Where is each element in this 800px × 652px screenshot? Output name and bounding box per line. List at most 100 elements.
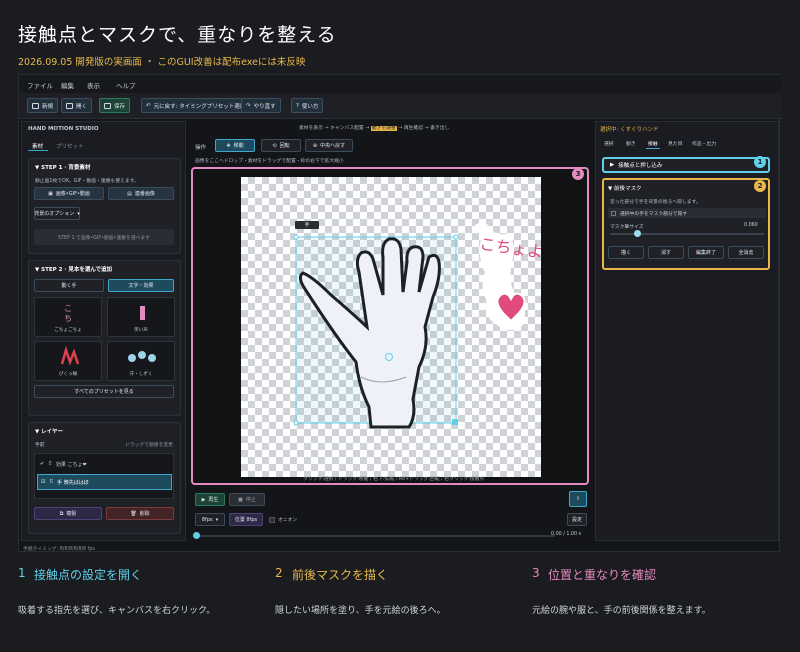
callout-badge-mask: 2: [754, 180, 766, 192]
copy-icon: ⧉: [59, 510, 64, 517]
redo-button[interactable]: ↷ やり直す: [241, 98, 281, 113]
tab-text-effect[interactable]: 文字・効果: [108, 279, 174, 292]
step2-title: ▼ STEP 2 · 見本を選んで追加: [35, 267, 113, 273]
play-label: 再生: [208, 497, 219, 503]
checkbox-icon: ☑: [41, 479, 46, 485]
tab-indicator: [28, 150, 48, 151]
move-tool-button[interactable]: ✥ 移動: [215, 139, 255, 152]
play-button[interactable]: ▶ 再生: [195, 493, 225, 506]
preset-card-laugh[interactable]: 笑い声: [107, 297, 175, 337]
tab-output[interactable]: 作品・出力: [692, 140, 716, 147]
workflow-step: 書き出し: [430, 126, 450, 131]
tab-indicator: [646, 148, 660, 149]
app-name: HAND MOTION STUDIO: [28, 126, 99, 132]
tab-material[interactable]: 素材: [32, 142, 43, 150]
layers-title: ▼ レイヤー: [35, 429, 63, 435]
contact-point-section[interactable]: ▶ 接触点と押し込み: [602, 157, 770, 173]
background-options-dropdown[interactable]: 背景のオプション ▾: [34, 207, 80, 220]
layers-title-text: レイヤー: [41, 429, 63, 435]
hand-tag: 手: [295, 221, 319, 229]
stop-button[interactable]: ■ 停止: [229, 493, 265, 506]
svg-text:こ: こ: [64, 304, 72, 313]
new-button[interactable]: 新規: [27, 98, 59, 113]
center-reset-button[interactable]: ⊕ 中央へ戻す: [305, 139, 353, 152]
mask-hide-checkbox[interactable]: 選択中の手をマスク部分で隠す: [608, 208, 766, 218]
timeline-handle[interactable]: [193, 532, 200, 539]
save-label: 保存: [114, 103, 126, 110]
timeline-track[interactable]: [195, 535, 555, 537]
menu-bar: ファイル 編集 表示 ヘルプ: [19, 75, 781, 93]
position-fps-select[interactable]: 位置 8fps: [229, 513, 263, 526]
save-icon: [104, 102, 111, 109]
preset-card-tickle[interactable]: こち ごちょごちょ: [34, 297, 102, 337]
step-1-description: 吸着する指先を選び、キャンバスを右クリック。: [18, 606, 216, 616]
tab-select[interactable]: 選択: [604, 140, 614, 147]
preset-card-twitch[interactable]: ぴくっ線: [34, 341, 102, 381]
layer-effect-label: 効果 こちょ❤: [55, 461, 87, 468]
rotate-tool-button[interactable]: ⟲ 回転: [261, 139, 301, 152]
layer-item-hand[interactable]: ☑ ⠿ 手 微先ばはぼ: [37, 474, 172, 490]
undo-icon: ↶: [146, 102, 151, 109]
export-icon-button[interactable]: ⇪: [569, 491, 587, 507]
center-area: 素材を表示 → キャンバス配置 → 動きを調整 → 再生確認 → 書き出し 操作…: [189, 121, 591, 541]
twitch-line-icon: [60, 346, 80, 366]
see-all-presets-button[interactable]: すべてのプリセットを見る: [34, 385, 174, 398]
help-label: 使い方: [301, 103, 319, 110]
redo-label: やり直す: [253, 103, 276, 110]
delete-button[interactable]: 🗑 削除: [106, 507, 174, 520]
tab-preset[interactable]: プリセット: [56, 142, 84, 150]
card-label-twitch: ぴくっ線: [58, 372, 78, 377]
menu-file[interactable]: ファイル: [27, 80, 53, 90]
menu-edit[interactable]: 編集: [61, 80, 74, 90]
move-label: 移動: [233, 143, 244, 149]
step-3-description: 元絵の腕や服と、手の前後関係を整えます。: [532, 606, 711, 616]
chevron-down-icon: ▾: [77, 210, 80, 217]
preset-card-sweat[interactable]: 汗・しずく: [107, 341, 175, 381]
finish-edit-button[interactable]: 編集終了: [688, 246, 724, 259]
check-icon: ✔: [40, 461, 45, 467]
tickle-icon: こち: [64, 304, 72, 323]
erase-button[interactable]: 消す: [648, 246, 684, 259]
clear-all-button[interactable]: 全消去: [728, 246, 764, 259]
onion-toggle[interactable]: オニオン: [269, 516, 297, 523]
menu-help[interactable]: ヘルプ: [116, 80, 136, 90]
drag-handle-icon: ⠿: [49, 479, 54, 485]
step-2-title: 前後マスクを描く: [292, 568, 389, 582]
image-button-label: 画像•GIF•動画: [55, 191, 90, 197]
fps-select[interactable]: 8fps ▾: [195, 513, 225, 526]
mask-check-label: 選択中の手をマスク部分で隠す: [620, 211, 688, 217]
draw-button[interactable]: 描く: [608, 246, 644, 259]
duplicate-button[interactable]: ⧉ 複製: [34, 507, 102, 520]
rotate-label: 回転: [279, 143, 290, 149]
workflow-step-current: 動きを調整: [370, 126, 397, 131]
layer-item-effect[interactable]: ✔ ⠿ 効果 こちょ❤: [37, 457, 172, 471]
position-fps-value: 位置 8fps: [234, 517, 258, 523]
layers-order-label: 手前: [35, 443, 45, 448]
tab-motion[interactable]: 動き: [626, 140, 636, 147]
redo-icon: ↷: [246, 102, 251, 109]
tab-contact[interactable]: 接触: [648, 140, 658, 147]
open-button[interactable]: 開く: [61, 98, 93, 113]
tab-appearance[interactable]: 見た目: [668, 140, 682, 147]
image-gif-video-button[interactable]: ▣ 画像•GIF•動画: [34, 187, 104, 200]
workflow-step: 再生確認: [403, 126, 424, 131]
left-panel: HAND MOTION STUDIO 素材 プリセット ▼ STEP 1 · 背…: [21, 121, 186, 541]
open-label: 開く: [76, 103, 88, 110]
canvas-frame[interactable]: こちょよ 手 クリック:選択 / ドラッグ:移動 / 右下:拡縮 / Alt+ド…: [191, 167, 589, 485]
step2-section: ▼ STEP 2 · 見本を選んで追加 動く手 文字・効果 こち ごちょごちょ …: [28, 260, 181, 416]
mask-title-text: 前後マスク: [613, 186, 642, 192]
checkbox-icon: [611, 210, 616, 216]
sequence-button[interactable]: ▤ 連番画像: [108, 187, 174, 200]
contact-label: 接触点と押し込み: [618, 163, 663, 169]
duplicate-label: 複製: [66, 511, 77, 517]
help-button[interactable]: ? 使い方: [291, 98, 324, 113]
layer-hand-label: 手 微先ばはぼ: [57, 479, 89, 486]
status-bar: 手順タイミング: 8/8/8/8/8/8 fps: [23, 547, 95, 552]
card-label-sweat: 汗・しずく: [129, 372, 153, 377]
settings-button[interactable]: 設定: [567, 513, 587, 526]
undo-button[interactable]: ↶ 元に戻す: タイミングプリセット適用: [141, 98, 251, 113]
slider-handle[interactable]: [634, 230, 641, 237]
menu-view[interactable]: 表示: [87, 80, 100, 90]
tab-moving-hand[interactable]: 動く手: [34, 279, 104, 292]
save-button[interactable]: 保存: [99, 98, 131, 113]
